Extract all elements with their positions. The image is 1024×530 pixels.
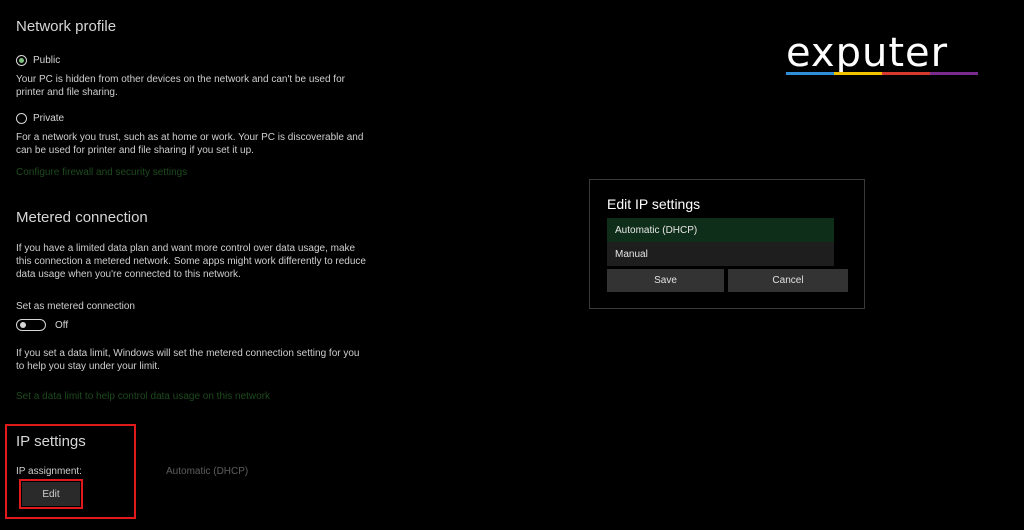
cancel-button[interactable]: Cancel [728,269,848,292]
ip-assignment-dropdown[interactable]: Automatic (DHCP) Manual [607,218,834,266]
edit-button[interactable]: Edit [22,482,80,506]
network-profile-heading: Network profile [16,18,117,35]
dropdown-option-manual[interactable]: Manual [607,242,834,266]
radio-public-label: Public [33,55,61,66]
metered-toggle[interactable] [16,319,46,331]
logo-text: exputer [786,30,949,76]
radio-public[interactable]: Public [16,55,60,66]
public-description: Your PC is hidden from other devices on … [16,74,345,98]
ip-assignment-label: IP assignment: [16,466,82,477]
metered-description: If you have a limited data plan and want… [16,243,366,280]
logo-stripe [786,72,978,75]
metered-toggle-row[interactable]: Off [16,319,68,331]
radio-private-indicator[interactable] [16,113,27,124]
metered-toggle-label: Set as metered connection [16,301,135,312]
radio-private-label: Private [33,113,65,124]
ip-assignment-value: Automatic (DHCP) [166,466,249,477]
dialog-title: Edit IP settings [607,196,701,212]
exputer-logo: exputer [786,33,982,81]
edit-ip-settings-dialog: Edit IP settings Automatic (DHCP) Manual… [589,179,865,309]
radio-public-indicator[interactable] [16,55,27,66]
data-limit-note: If you set a data limit, Windows will se… [16,348,360,372]
settings-page: Network profile Public Your PC is hidden… [0,0,1024,530]
metered-toggle-state: Off [55,319,69,331]
radio-private[interactable]: Private [16,113,64,124]
firewall-settings-link[interactable]: Configure firewall and security settings [16,167,187,178]
toggle-knob [20,322,26,328]
save-button[interactable]: Save [607,269,724,292]
ip-settings-heading: IP settings [16,433,86,450]
data-limit-link[interactable]: Set a data limit to help control data us… [16,391,270,402]
metered-connection-heading: Metered connection [16,209,148,226]
private-description: For a network you trust, such as at home… [16,132,364,156]
dropdown-option-automatic[interactable]: Automatic (DHCP) [607,218,834,242]
